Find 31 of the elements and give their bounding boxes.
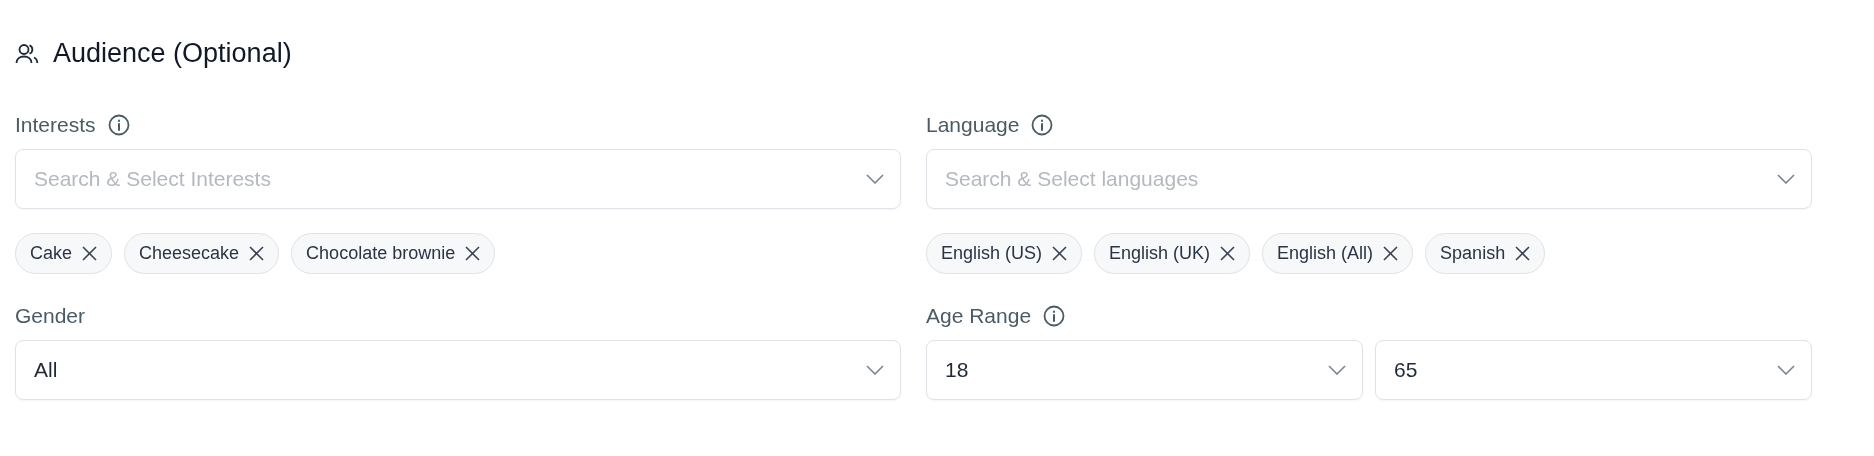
section-title: Audience (Optional) bbox=[53, 38, 292, 69]
tag-chip: English (All) bbox=[1262, 233, 1414, 274]
field-label: Age Range bbox=[926, 304, 1032, 328]
field-label: Gender bbox=[15, 304, 86, 328]
select-field[interactable]: 18 bbox=[926, 340, 1363, 400]
tag-chip: Spanish bbox=[1425, 233, 1546, 274]
tag-chip: Cake bbox=[15, 233, 113, 274]
close-icon[interactable] bbox=[82, 246, 98, 261]
close-icon[interactable] bbox=[1052, 246, 1068, 261]
select-field[interactable]: 65 bbox=[1375, 340, 1812, 400]
chevron-down-icon bbox=[866, 174, 884, 184]
close-icon[interactable] bbox=[1220, 246, 1236, 261]
info-icon[interactable] bbox=[1043, 305, 1066, 327]
field-label: Language bbox=[926, 113, 1020, 137]
select-field[interactable]: All bbox=[15, 340, 901, 400]
tag-chip: English (US) bbox=[926, 233, 1083, 274]
chevron-down-icon bbox=[1777, 365, 1795, 375]
info-icon[interactable] bbox=[107, 114, 130, 136]
chevron-down-icon bbox=[1777, 174, 1795, 184]
close-icon[interactable] bbox=[1515, 246, 1531, 261]
tag-chip: Cheesecake bbox=[124, 233, 280, 274]
chevron-down-icon bbox=[866, 365, 884, 375]
chevron-down-icon bbox=[1328, 365, 1346, 375]
field-label: Interests bbox=[15, 113, 96, 137]
close-icon[interactable] bbox=[465, 246, 481, 261]
tag-chip: Chocolate brownie bbox=[291, 233, 496, 274]
close-icon[interactable] bbox=[249, 246, 265, 261]
tag-chip: English (UK) bbox=[1094, 233, 1251, 274]
users-icon bbox=[15, 42, 39, 65]
close-icon[interactable] bbox=[1383, 246, 1399, 261]
info-icon[interactable] bbox=[1031, 114, 1054, 136]
